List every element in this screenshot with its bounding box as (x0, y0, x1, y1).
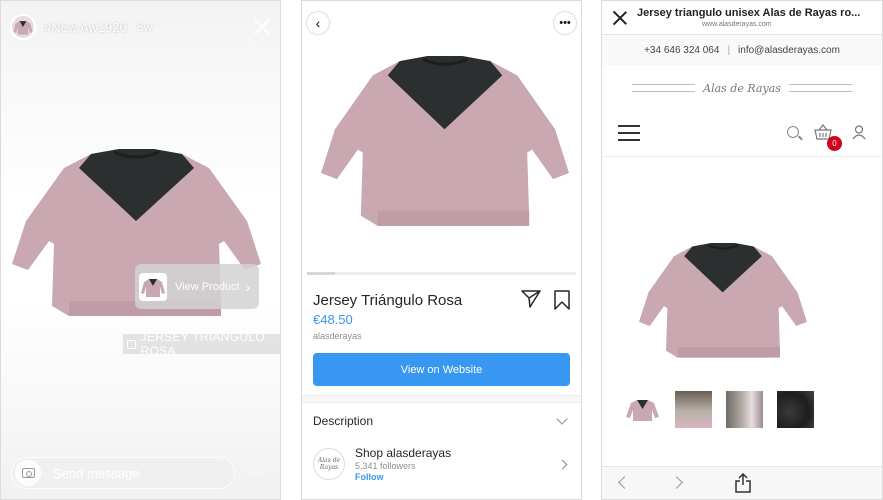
browser-header: Jersey triangulo unisex Alas de Rayas ro… (602, 1, 882, 35)
phone-link[interactable]: +34 646 324 064 (644, 45, 719, 56)
product-panel: ‹ ••• Jersey Triángulo Rosa €48.50 alasd… (301, 0, 582, 500)
close-icon[interactable] (253, 18, 271, 36)
section-divider (302, 395, 581, 403)
product-main-image[interactable] (637, 241, 809, 361)
view-on-website-button[interactable]: View on Website (313, 353, 570, 386)
browser-toolbar (602, 466, 882, 499)
message-placeholder: Send message (53, 465, 140, 481)
product-thumbnail[interactable] (675, 391, 712, 428)
close-icon[interactable] (613, 11, 627, 25)
description-row[interactable]: Description (313, 410, 570, 432)
shop-name: Shop alasderayas (355, 446, 452, 460)
shop-info: Shop alasderayas 5,341 followers Follow (355, 446, 451, 482)
site-navigation: 0 (602, 111, 882, 157)
more-options-icon[interactable]: ··· (247, 464, 266, 482)
cart-count-badge: 0 (827, 136, 842, 151)
shop-row[interactable]: Alas de Rayas Shop alasderayas 5,341 fol… (313, 441, 570, 487)
brand-logo[interactable]: Alas de Rayas (632, 71, 853, 105)
contact-bar: +34 646 324 064 | info@alasderayas.com (602, 35, 882, 65)
product-image-area: ‹ ••• (302, 1, 581, 273)
story-username[interactable]: #New Aw1920 (44, 20, 127, 35)
product-thumbnail (139, 272, 167, 301)
shop-followers: 5,341 followers (355, 461, 416, 471)
avatar[interactable] (10, 14, 36, 40)
product-thumbnail[interactable] (777, 391, 814, 428)
more-options-icon: ••• (559, 17, 571, 29)
product-thumbnail[interactable] (624, 391, 661, 428)
story-panel: #New Aw1920 8w View Product › JERSEY TRI… (0, 0, 281, 500)
send-message-field[interactable]: Send message (11, 457, 236, 489)
view-product-sticker[interactable]: View Product › (135, 264, 259, 309)
shop-logo: Alas de Rayas (313, 448, 345, 480)
more-options-button[interactable]: ••• (554, 12, 576, 34)
story-footer: Send message ··· (11, 457, 270, 489)
product-price: €48.50 (313, 312, 353, 327)
product-thumbnail[interactable] (726, 391, 763, 428)
email-link[interactable]: info@alasderayas.com (738, 45, 840, 56)
website-panel: Jersey triangulo unisex Alas de Rayas ro… (601, 0, 883, 500)
product-seller[interactable]: alasderayas (313, 331, 362, 341)
logo-stripes (788, 84, 853, 92)
back-arrow-icon[interactable] (618, 476, 631, 489)
bookmark-icon[interactable] (554, 290, 570, 310)
story-timestamp: 8w (136, 20, 153, 34)
view-product-label: View Product (175, 280, 240, 293)
chevron-right-icon (557, 459, 568, 469)
product-tag[interactable]: JERSEY TRIÁNGULO ROSA (123, 330, 280, 358)
follow-button[interactable]: Follow (355, 472, 451, 482)
shop-logo-text: Alas de Rayas (317, 457, 341, 471)
sweater-image (318, 53, 572, 231)
sweater-thumbnail-icon (13, 21, 33, 35)
product-tag-label: JERSEY TRIÁNGULO ROSA (140, 330, 265, 358)
camera-icon[interactable] (15, 460, 41, 486)
forward-arrow-icon[interactable] (670, 476, 683, 489)
product-thumbnails (624, 391, 814, 428)
story-header: #New Aw1920 8w (10, 13, 271, 41)
back-button[interactable]: ‹ (307, 12, 329, 34)
brand-name: Alas de Rayas (703, 81, 781, 95)
logo-stripes (632, 84, 696, 92)
image-carousel-indicator (307, 272, 576, 275)
share-icon[interactable] (735, 473, 751, 493)
contact-separator: | (727, 44, 731, 56)
sweater-thumbnail-icon (141, 278, 165, 297)
browser-url: www.alasderayas.com (702, 21, 772, 28)
shopping-bag-icon (127, 339, 136, 349)
chevron-down-icon (556, 413, 568, 425)
menu-icon[interactable] (618, 125, 640, 141)
share-icon[interactable] (521, 290, 541, 308)
user-icon[interactable] (852, 125, 866, 140)
search-icon[interactable] (787, 126, 799, 138)
browser-page-title: Jersey triangulo unisex Alas de Rayas ro… (637, 7, 861, 19)
chevron-right-icon: › (245, 278, 251, 295)
description-label: Description (313, 414, 374, 428)
product-title: Jersey Triángulo Rosa (313, 292, 463, 309)
chevron-left-icon: ‹ (315, 15, 321, 31)
